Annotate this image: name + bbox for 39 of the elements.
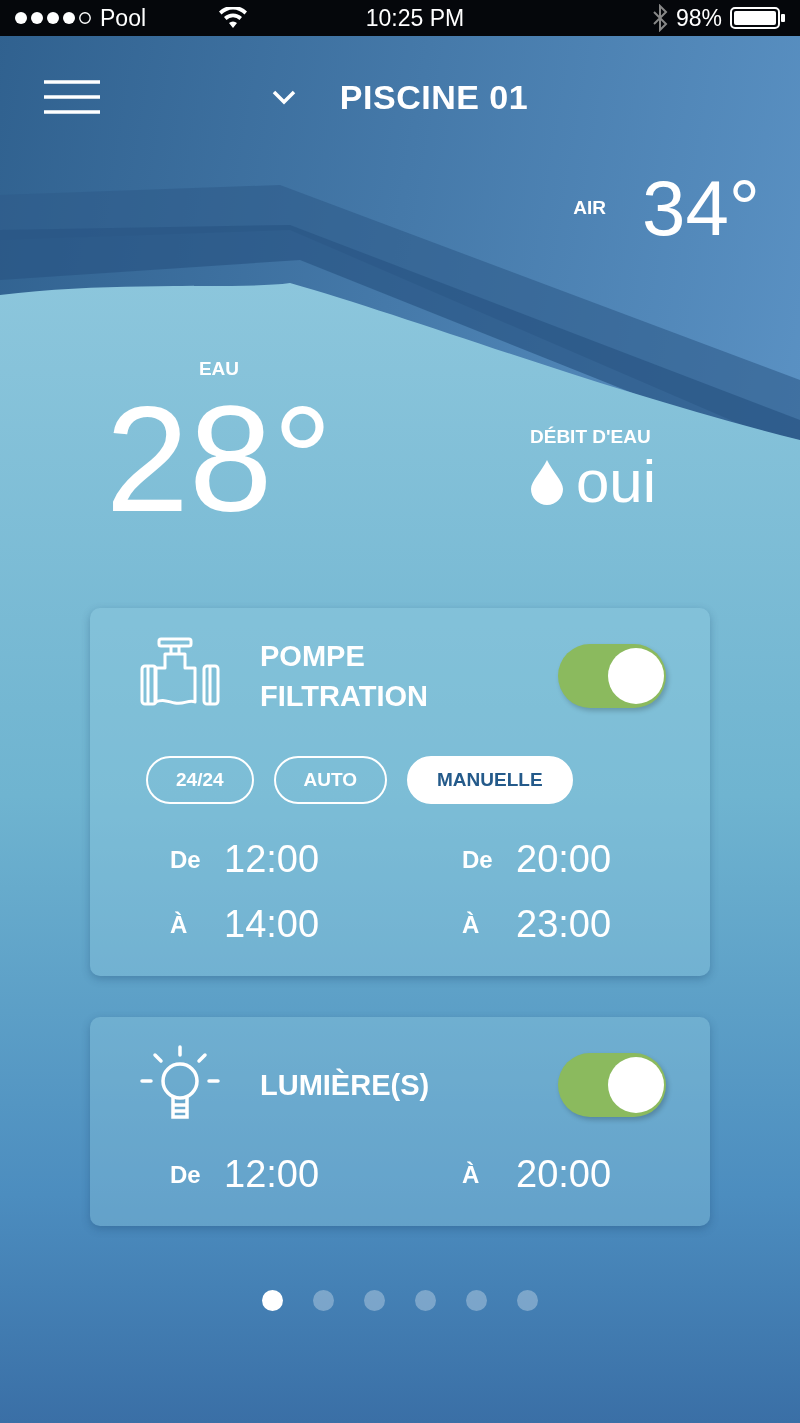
time-label: À	[462, 1160, 481, 1189]
battery-icon	[730, 6, 786, 30]
page-dot[interactable]	[415, 1290, 436, 1311]
page-dot[interactable]	[364, 1290, 385, 1311]
page-dot[interactable]	[313, 1290, 334, 1311]
time-value[interactable]: 23:00	[516, 903, 612, 946]
water-drop-icon	[530, 459, 564, 505]
wifi-icon	[218, 7, 248, 29]
water-flow-value: oui	[576, 452, 657, 512]
pool-title: PISCINE 01	[339, 77, 529, 117]
battery-percent: 98%	[675, 4, 722, 32]
device-title: POMPE FILTRATION	[260, 639, 430, 714]
time-label: À	[170, 910, 189, 939]
page-dot[interactable]	[466, 1290, 487, 1311]
air-temperature: 34°	[642, 162, 760, 254]
time-value[interactable]: 20:00	[516, 1153, 612, 1196]
mode-button[interactable]: MANUELLE	[407, 756, 573, 804]
time-label: De	[170, 845, 202, 874]
air-label: AIR	[573, 197, 607, 219]
mode-button[interactable]: AUTO	[273, 756, 388, 804]
time-label: À	[462, 910, 481, 939]
page-dot[interactable]	[517, 1290, 538, 1311]
water-label: EAU	[198, 358, 240, 380]
bluetooth-icon	[651, 4, 668, 32]
time-value[interactable]: 12:00	[224, 838, 320, 881]
chevron-down-icon[interactable]	[271, 89, 296, 105]
time-value[interactable]: 14:00	[224, 903, 320, 946]
signal-icon	[14, 11, 94, 25]
time-value[interactable]: 12:00	[224, 1153, 320, 1196]
status-time: 10:25 PM	[364, 4, 466, 32]
menu-icon[interactable]	[44, 80, 100, 114]
water-temperature: 28°	[105, 384, 333, 534]
time-label: De	[170, 1160, 202, 1189]
water-flow-label: DÉBIT D'EAU	[530, 426, 651, 448]
carrier-label: Pool	[100, 4, 147, 32]
mode-button[interactable]: 24/24	[146, 756, 254, 804]
device-title: LUMIÈRE(S)	[260, 1067, 431, 1103]
time-value[interactable]: 20:00	[516, 838, 612, 881]
time-label: De	[462, 845, 494, 874]
